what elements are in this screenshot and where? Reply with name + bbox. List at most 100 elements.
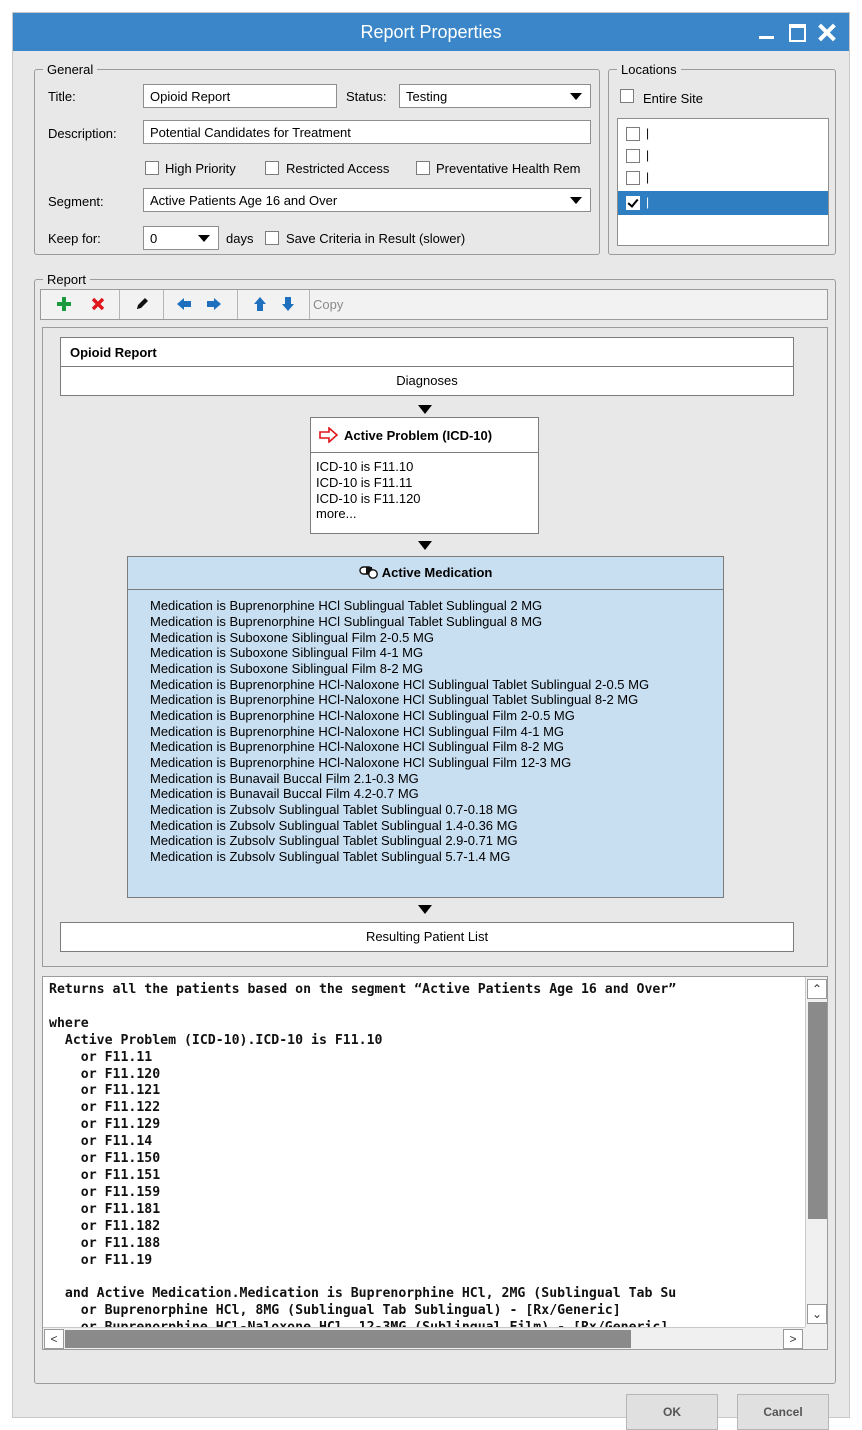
- active-medication-title: Active Medication: [381, 565, 493, 580]
- location-checkbox[interactable]: [626, 149, 640, 163]
- active-problem-box[interactable]: Active Problem (ICD-10) ICD-10 is F11.10…: [310, 417, 539, 534]
- window-title: Report Properties: [360, 22, 502, 42]
- location-item[interactable]: |: [618, 123, 828, 145]
- report-summary-textarea[interactable]: Returns all the patients based on the se…: [42, 976, 828, 1350]
- report-legend: Report: [47, 272, 87, 287]
- medication-criterion: Medication is Suboxone Siblingual Film 2…: [150, 630, 434, 645]
- more-link[interactable]: more...: [316, 506, 356, 522]
- ok-button[interactable]: OK: [626, 1394, 718, 1430]
- keep-for-label: Keep for:: [48, 231, 101, 246]
- arrow-up-icon[interactable]: [247, 290, 273, 319]
- location-label: |: [646, 195, 650, 209]
- outline-arrow-right-icon: [319, 427, 339, 443]
- segment-label: Segment:: [48, 194, 104, 209]
- report-toolbar: Copy: [40, 289, 828, 320]
- segment-dropdown[interactable]: Active Patients Age 16 and Over: [143, 188, 591, 212]
- title-input[interactable]: Opioid Report: [143, 84, 337, 108]
- status-dropdown[interactable]: Testing: [399, 84, 591, 108]
- diagnoses-box[interactable]: Diagnoses: [60, 366, 794, 396]
- medication-criterion: Medication is Bunavail Buccal Film 2.1-0…: [150, 771, 419, 786]
- pills-icon: [358, 566, 378, 579]
- close-icon[interactable]: [815, 20, 839, 44]
- resulting-patient-list-label: Resulting Patient List: [365, 929, 489, 944]
- high-priority-checkbox[interactable]: [145, 161, 159, 175]
- active-problem-header: Active Problem (ICD-10): [311, 418, 538, 453]
- minimize-icon[interactable]: [755, 20, 779, 44]
- status-label: Status:: [346, 89, 387, 104]
- days-label: days: [226, 231, 254, 246]
- segment-value: Active Patients Age 16 and Over: [150, 193, 338, 208]
- maximize-icon[interactable]: [785, 20, 809, 44]
- vertical-scroll-thumb[interactable]: [808, 1002, 827, 1219]
- location-label: |: [646, 148, 650, 162]
- location-item[interactable]: |: [618, 167, 828, 189]
- report-header-title: Opioid Report: [70, 345, 157, 360]
- copy-button[interactable]: Copy: [313, 290, 353, 319]
- status-value: Testing: [406, 89, 448, 104]
- report-header-box[interactable]: Opioid Report: [60, 337, 794, 367]
- chevron-down-icon: [570, 197, 582, 204]
- report-flow-canvas: Opioid Report Diagnoses Active Problem (…: [42, 327, 828, 967]
- restricted-access-checkbox[interactable]: [265, 161, 279, 175]
- general-legend: General: [47, 62, 94, 77]
- medication-criterion: Medication is Suboxone Siblingual Film 8…: [150, 661, 424, 676]
- arrow-down-icon[interactable]: [275, 290, 301, 319]
- medication-criterion: Medication is Buprenorphine HCl Sublingu…: [150, 614, 543, 629]
- description-input[interactable]: Potential Candidates for Treatment: [143, 120, 591, 144]
- arrow-left-icon[interactable]: [171, 290, 197, 319]
- keep-for-dropdown[interactable]: 0: [143, 226, 219, 250]
- title-label: Title:: [48, 89, 76, 104]
- resulting-patient-list-box[interactable]: Resulting Patient List: [60, 922, 794, 952]
- location-item[interactable]: |: [618, 145, 828, 167]
- location-label: |: [646, 126, 650, 140]
- edit-pencil-icon[interactable]: [129, 290, 155, 319]
- add-icon[interactable]: [51, 290, 77, 319]
- report-summary-text: Returns all the patients based on the se…: [49, 982, 677, 1349]
- medication-criterion: Medication is Buprenorphine HCl Sublingu…: [150, 598, 543, 613]
- chevron-down-icon: [198, 235, 210, 242]
- medication-criterion: Medication is Buprenorphine HCl-Naloxone…: [150, 677, 650, 692]
- location-checkbox[interactable]: [626, 171, 640, 185]
- horizontal-scrollbar[interactable]: < >: [43, 1327, 805, 1349]
- medication-criterion: Medication is Buprenorphine HCl-Naloxone…: [150, 724, 565, 739]
- scroll-left-icon[interactable]: <: [44, 1329, 64, 1349]
- locations-legend: Locations: [621, 62, 677, 77]
- keep-for-value: 0: [150, 231, 158, 246]
- scroll-down-icon[interactable]: ⌄: [807, 1304, 827, 1324]
- restricted-access-label: Restricted Access: [286, 161, 390, 176]
- diagnoses-label: Diagnoses: [396, 373, 458, 388]
- title-bar[interactable]: Report Properties: [13, 13, 849, 51]
- medication-criterion: Medication is Zubsolv Sublingual Tablet …: [150, 818, 518, 833]
- location-checkbox[interactable]: [626, 127, 640, 141]
- cancel-button[interactable]: Cancel: [737, 1394, 829, 1430]
- medication-criterion: Medication is Buprenorphine HCl-Naloxone…: [150, 755, 572, 770]
- save-criteria-label: Save Criteria in Result (slower): [286, 231, 466, 246]
- preventative-checkbox[interactable]: [416, 161, 430, 175]
- description-label: Description:: [48, 126, 117, 141]
- medication-criterion: Medication is Buprenorphine HCl-Naloxone…: [150, 708, 575, 723]
- entire-site-checkbox[interactable]: [620, 89, 634, 103]
- high-priority-label: High Priority: [165, 161, 236, 176]
- medication-criterion: Medication is Zubsolv Sublingual Tablet …: [150, 802, 518, 817]
- scroll-right-icon[interactable]: >: [783, 1329, 803, 1349]
- delete-icon[interactable]: [85, 290, 111, 319]
- location-item-selected[interactable]: |: [618, 191, 828, 215]
- flow-arrow-icon: [418, 905, 432, 914]
- medication-criterion: Medication is Bunavail Buccal Film 4.2-0…: [150, 786, 419, 801]
- entire-site-label: Entire Site: [643, 91, 703, 106]
- medication-criterion: Medication is Buprenorphine HCl-Naloxone…: [150, 739, 565, 754]
- arrow-right-icon[interactable]: [201, 290, 227, 319]
- location-checkbox-checked[interactable]: [626, 196, 640, 210]
- scroll-up-icon[interactable]: ⌃: [807, 979, 827, 999]
- chevron-down-icon: [570, 93, 582, 100]
- active-medication-header: Active Medication: [128, 557, 723, 590]
- locations-list[interactable]: | | | |: [617, 118, 829, 246]
- horizontal-scroll-thumb[interactable]: [65, 1330, 631, 1348]
- flow-arrow-icon: [418, 405, 432, 414]
- vertical-scrollbar[interactable]: ⌃ ⌄: [805, 977, 827, 1327]
- problem-criterion: ICD-10 is F11.11: [316, 475, 413, 490]
- active-medication-box[interactable]: Active Medication Medication is Buprenor…: [127, 556, 724, 898]
- save-criteria-checkbox[interactable]: [265, 231, 279, 245]
- active-problem-title: Active Problem (ICD-10): [344, 428, 493, 443]
- scrollbar-corner: [805, 1327, 827, 1349]
